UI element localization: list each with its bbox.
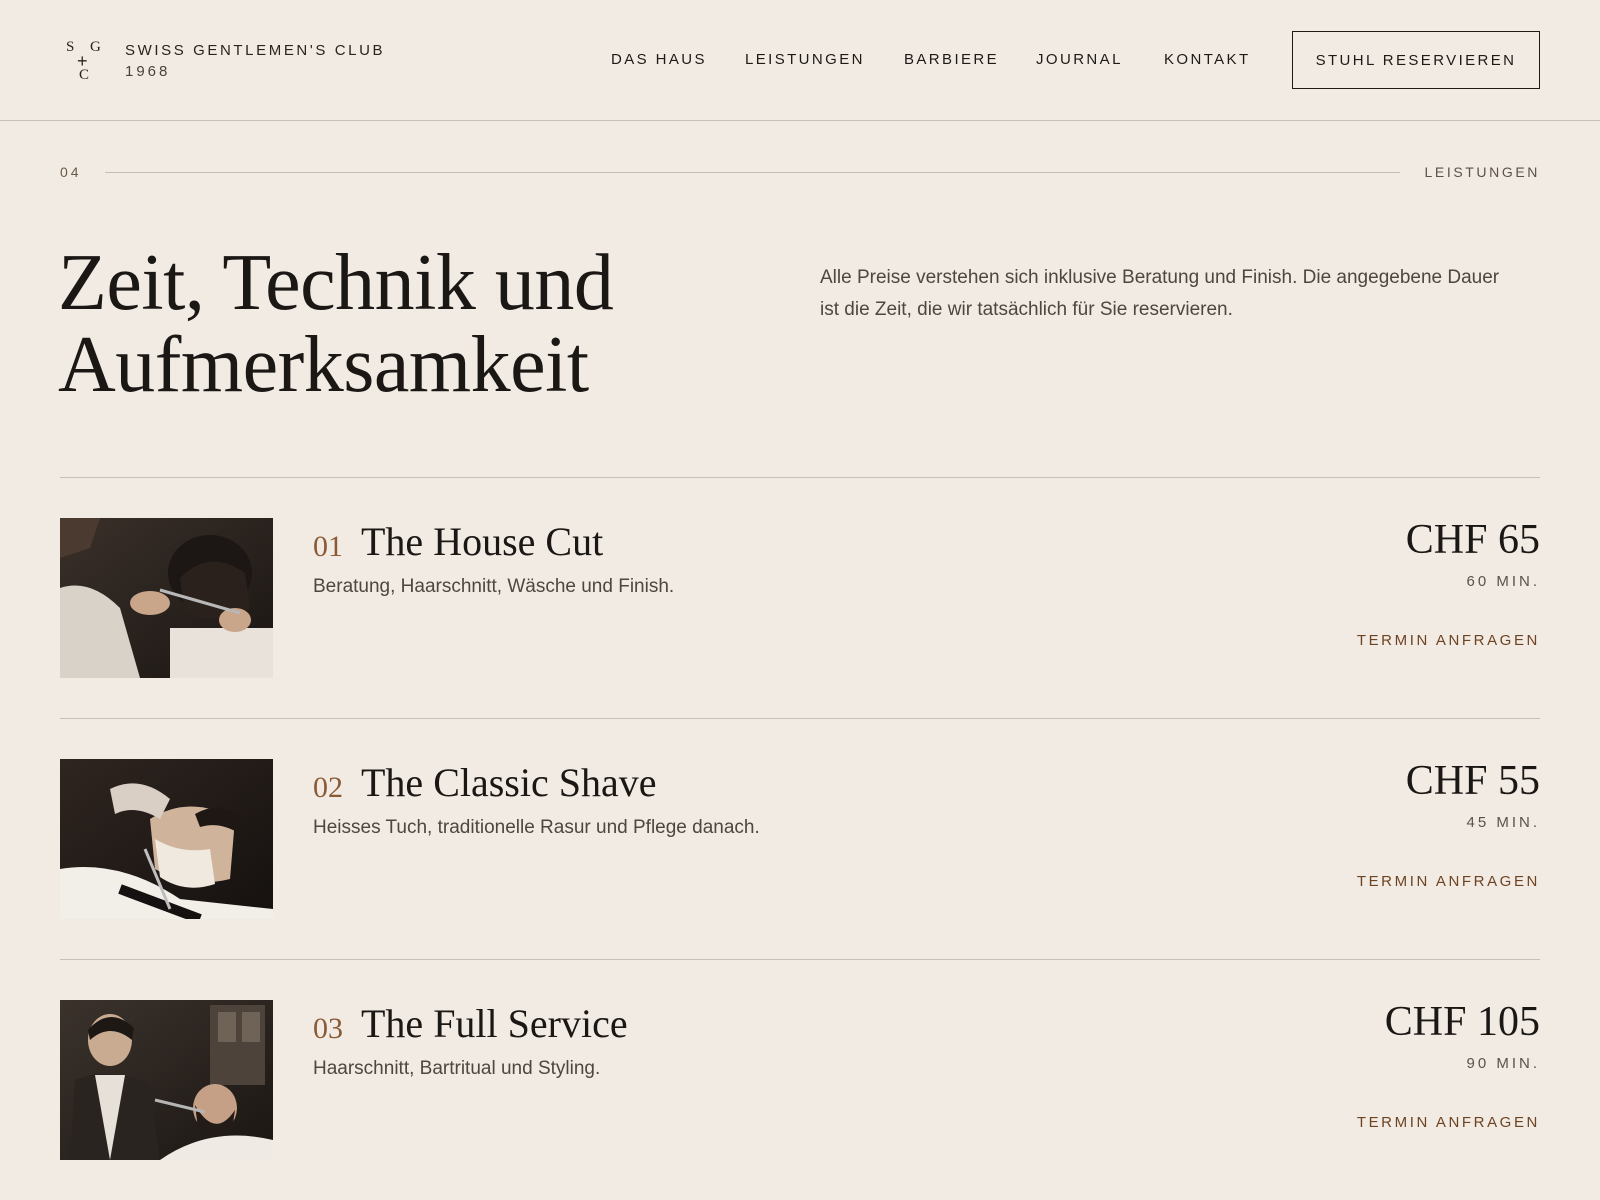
haircut-photo bbox=[60, 518, 273, 678]
service-number: 02 bbox=[313, 771, 343, 804]
service-duration: 45 MIN. bbox=[1466, 814, 1540, 831]
request-appointment-link[interactable]: TERMIN ANFRAGEN bbox=[1357, 632, 1540, 649]
page-title: Zeit, Technik und Aufmerksamkeit bbox=[58, 242, 778, 406]
section-label: LEISTUNGEN bbox=[1424, 164, 1540, 180]
brand-year: 1968 bbox=[125, 63, 171, 80]
service-description: Haarschnitt, Bartritual und Styling. bbox=[313, 1058, 601, 1079]
request-appointment-link[interactable]: TERMIN ANFRAGEN bbox=[1357, 1114, 1540, 1131]
service-price: CHF 105 bbox=[1384, 999, 1540, 1045]
page-title-line-2: Aufmerksamkeit bbox=[58, 321, 589, 409]
service-title: The Full Service bbox=[361, 1001, 628, 1046]
reserve-chair-button[interactable]: STUHL RESERVIEREN bbox=[1292, 31, 1540, 89]
nav-item-das-haus[interactable]: DAS HAUS bbox=[611, 51, 707, 68]
section-rule bbox=[105, 172, 1400, 173]
intro-text: Alle Preise verstehen sich inklusive Ber… bbox=[820, 267, 1500, 320]
divider bbox=[60, 959, 1540, 960]
service-title: The Classic Shave bbox=[361, 760, 657, 805]
page-title-line-1: Zeit, Technik und bbox=[58, 239, 614, 327]
nav-item-journal[interactable]: JOURNAL bbox=[1036, 51, 1123, 68]
service-number: 03 bbox=[313, 1012, 343, 1045]
divider bbox=[60, 477, 1540, 478]
service-item: 03 The Full Service Haarschnitt, Bartrit… bbox=[60, 999, 1540, 1160]
monogram-s: S bbox=[66, 39, 75, 55]
service-title: The House Cut bbox=[361, 519, 604, 564]
nav-item-leistungen[interactable]: LEISTUNGEN bbox=[745, 51, 865, 68]
brand-monogram-logo[interactable]: S G + C bbox=[66, 38, 106, 84]
nav-item-barbiere[interactable]: BARBIERE bbox=[904, 51, 999, 68]
brand-name: SWISS GENTLEMEN'S CLUB bbox=[125, 42, 386, 59]
nav-item-kontakt[interactable]: KONTAKT bbox=[1164, 51, 1251, 68]
service-number: 01 bbox=[313, 530, 343, 563]
brand[interactable]: SWISS GENTLEMEN'S CLUB 1968 bbox=[125, 42, 385, 80]
divider bbox=[60, 718, 1540, 719]
service-item: 01 The House Cut Beratung, Haarschnitt, … bbox=[60, 517, 1540, 678]
section-number: 04 bbox=[60, 164, 82, 180]
shave-photo bbox=[60, 759, 273, 919]
service-duration: 60 MIN. bbox=[1466, 573, 1540, 590]
service-price: CHF 65 bbox=[1405, 517, 1540, 563]
full-service-photo bbox=[60, 1000, 273, 1160]
monogram-g: G bbox=[90, 39, 101, 55]
service-description: Beratung, Haarschnitt, Wäsche und Finish… bbox=[313, 576, 675, 597]
service-price: CHF 55 bbox=[1405, 758, 1540, 804]
service-duration: 90 MIN. bbox=[1466, 1055, 1540, 1072]
page: S G + C SWISS GENTLEMEN'S CLUB 1968 DAS … bbox=[0, 0, 1600, 1200]
request-appointment-link[interactable]: TERMIN ANFRAGEN bbox=[1357, 873, 1540, 890]
site-header: S G + C SWISS GENTLEMEN'S CLUB 1968 DAS … bbox=[0, 0, 1600, 121]
monogram-c: C bbox=[79, 67, 90, 83]
service-item: 02 The Classic Shave Heisses Tuch, tradi… bbox=[60, 758, 1540, 919]
service-description: Heisses Tuch, traditionelle Rasur und Pf… bbox=[313, 817, 760, 838]
